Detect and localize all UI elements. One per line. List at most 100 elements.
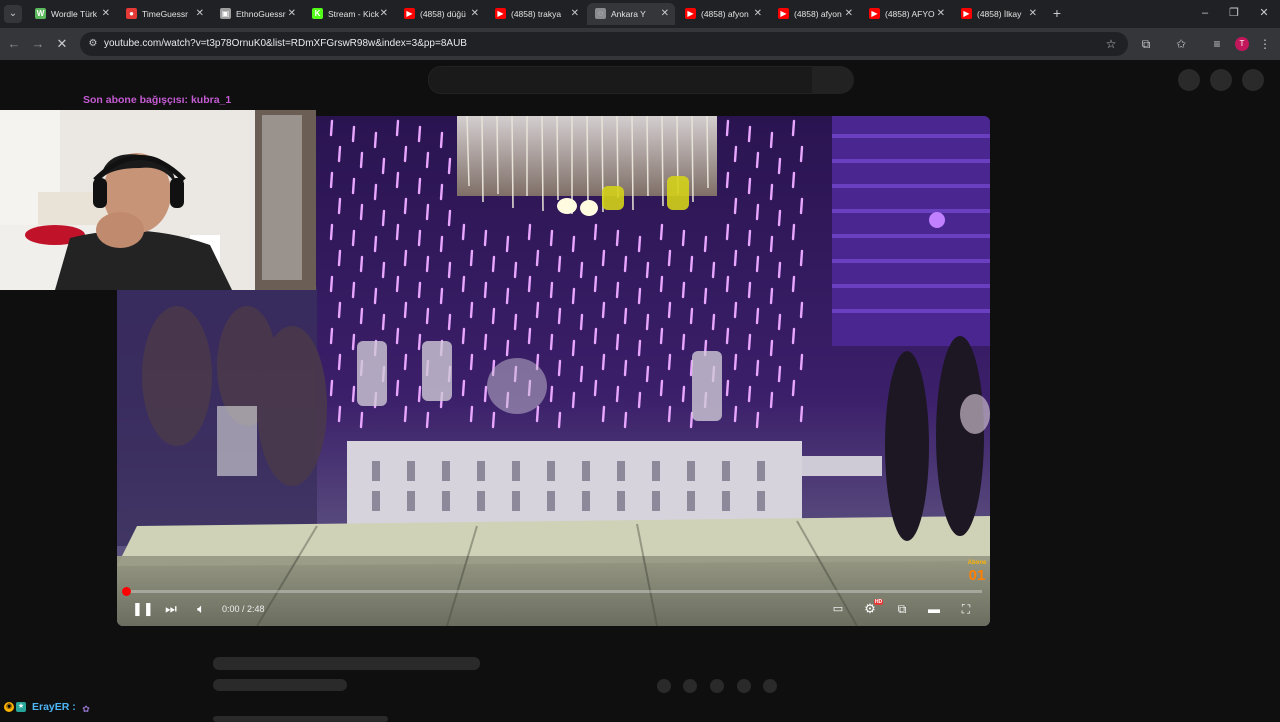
volume-icon[interactable]: 🔈︎ (193, 601, 209, 617)
back-button[interactable]: ← (6, 36, 22, 52)
address-bar[interactable]: ⚙ youtube.com/watch?v=t3p78OrnuK0&list=R… (80, 32, 1128, 56)
light-streak (505, 339, 510, 357)
light-streak (711, 261, 716, 279)
browser-tab[interactable]: ▶ (4858) afyon ✕ (770, 3, 859, 25)
browser-tab[interactable]: ▶ (4858) trakya ✕ (487, 3, 585, 25)
subtitles-icon[interactable]: ▭ (830, 601, 846, 617)
light-streak (557, 411, 562, 429)
fullscreen-icon[interactable]: ⛶ (958, 601, 974, 617)
search-button[interactable] (812, 66, 854, 94)
light-streak (359, 411, 364, 429)
close-tab-icon[interactable]: ✕ (1029, 3, 1037, 25)
close-tab-icon[interactable]: ✕ (380, 3, 388, 25)
forward-button[interactable]: → (30, 36, 46, 52)
light-streak (725, 327, 730, 345)
light-streak (439, 235, 444, 253)
light-streak (791, 171, 796, 189)
light-streak (777, 365, 782, 383)
light-streak (571, 339, 576, 357)
stop-loading-button[interactable]: ✕ (54, 36, 70, 52)
light-streak (689, 359, 694, 377)
bookmarks-icon[interactable]: ✩ (1173, 36, 1189, 52)
progress-bar[interactable] (126, 590, 982, 593)
light-streak (615, 229, 620, 247)
action-placeholder (657, 679, 671, 693)
close-tab-icon[interactable]: ✕ (937, 3, 945, 25)
light-streak (403, 249, 408, 267)
theater-mode-icon[interactable]: ▬ (926, 601, 942, 617)
light-streak (623, 307, 628, 325)
chat-username: ErayER : (32, 701, 76, 713)
tab-title: Ankara Y (611, 9, 646, 19)
light-streak (417, 281, 422, 299)
light-streak (799, 301, 804, 319)
browser-tab[interactable]: ● TimeGuessr ✕ (118, 3, 210, 25)
light-streak (381, 261, 386, 279)
tab-title: (4858) afyon (794, 9, 842, 19)
close-tab-icon[interactable]: ✕ (571, 3, 579, 25)
browser-tab[interactable]: ▶ (4858) afyon ✕ (677, 3, 768, 25)
timeguessr-icon: ● (126, 8, 137, 19)
bookmark-star-icon[interactable]: ☆ (1104, 37, 1118, 51)
minimize-button[interactable]: – (1198, 6, 1212, 20)
profile-avatar[interactable]: T (1235, 37, 1249, 51)
browser-tab[interactable]: W Wordle Türk ✕ (27, 3, 116, 25)
light-streak (351, 385, 356, 403)
light-streak (381, 209, 386, 227)
restore-button[interactable]: ❐ (1227, 6, 1241, 20)
close-tab-icon[interactable]: ✕ (754, 3, 762, 25)
new-tab-button[interactable]: + (1050, 5, 1064, 21)
youtube-icon: ▶ (869, 8, 880, 19)
extensions-icon[interactable]: ⧉ (1138, 36, 1154, 52)
tab-search-button[interactable]: ⌄ (4, 5, 22, 23)
light-streak (329, 275, 334, 293)
light-streak (439, 131, 444, 149)
browser-tab[interactable]: ▶ (4858) İlkay ✕ (953, 3, 1043, 25)
light-streak (549, 281, 554, 299)
next-icon[interactable]: ⏭ (163, 601, 179, 617)
light-streak (535, 301, 540, 319)
media-control-icon[interactable]: ≡ (1209, 36, 1225, 52)
action-placeholder (710, 679, 724, 693)
light-streak (769, 287, 774, 305)
light-streak (505, 235, 510, 253)
close-window-button[interactable]: ✕ (1257, 6, 1271, 20)
light-streak (711, 313, 716, 331)
browser-toolbar: ← → ✕ ⚙ youtube.com/watch?v=t3p78OrnuK0&… (0, 28, 1280, 60)
light-streak (329, 119, 334, 137)
light-streak (527, 275, 532, 293)
close-tab-icon[interactable]: ✕ (845, 3, 853, 25)
site-info-icon[interactable]: ⚙ (86, 37, 100, 51)
browser-tab[interactable]: ▶ (4858) AFYO ✕ (861, 3, 951, 25)
scrubber-handle[interactable] (122, 587, 131, 596)
light-streak (601, 301, 606, 319)
light-streak (769, 235, 774, 253)
search-input[interactable] (428, 66, 814, 94)
pause-icon[interactable]: ❚❚ (132, 601, 154, 617)
close-tab-icon[interactable]: ✕ (471, 3, 479, 25)
light-streak (703, 235, 708, 253)
description-placeholder (213, 716, 388, 722)
light-streak (747, 281, 752, 299)
light-streak (329, 379, 334, 397)
browser-tab[interactable]: ▶ (4858) düğü ✕ (396, 3, 485, 25)
light-streak (799, 197, 804, 215)
browser-tab[interactable]: K Stream - Kick ✕ (304, 3, 394, 25)
light-streak (469, 249, 474, 267)
light-streak (483, 229, 488, 247)
miniplayer-icon[interactable]: ⧉ (894, 601, 910, 617)
light-streak (593, 379, 598, 397)
close-tab-icon[interactable]: ✕ (661, 3, 669, 25)
light-streak (593, 327, 598, 345)
menu-dots-icon[interactable]: ⋮ (1257, 36, 1273, 52)
light-streak (395, 327, 400, 345)
close-tab-icon[interactable]: ✕ (288, 3, 296, 25)
close-tab-icon[interactable]: ✕ (196, 3, 204, 25)
watermark-number: 01 (968, 567, 986, 584)
action-placeholder (737, 679, 751, 693)
light-streak (579, 365, 584, 383)
close-tab-icon[interactable]: ✕ (102, 3, 110, 25)
browser-tab[interactable]: ◌ Ankara Y ✕ (587, 3, 675, 25)
browser-tab[interactable]: ▣ EthnoGuessr ✕ (212, 3, 302, 25)
light-streak (791, 223, 796, 241)
